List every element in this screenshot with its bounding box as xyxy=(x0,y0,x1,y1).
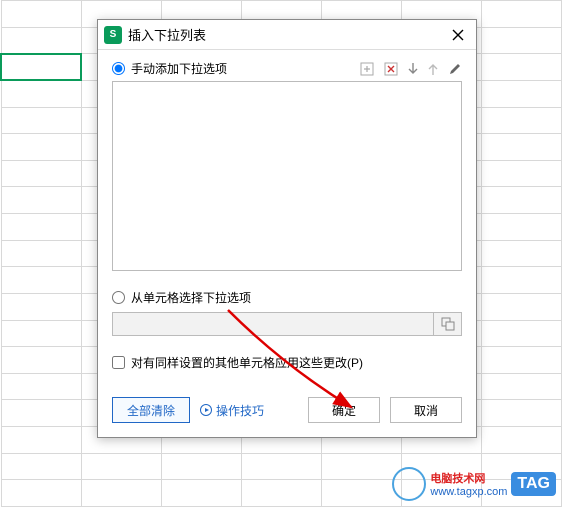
watermark-line2: www.tagxp.com xyxy=(430,486,507,498)
options-listbox[interactable] xyxy=(112,81,462,271)
app-logo-icon: S xyxy=(104,26,122,44)
selected-cell[interactable] xyxy=(1,54,81,81)
move-up-icon[interactable] xyxy=(428,62,438,76)
ok-button[interactable]: 确定 xyxy=(308,397,380,423)
clear-all-button[interactable]: 全部清除 xyxy=(112,397,190,423)
dialog-titlebar: S 插入下拉列表 xyxy=(98,20,476,50)
manual-radio[interactable] xyxy=(112,62,125,75)
edit-icon[interactable] xyxy=(448,62,462,76)
add-item-icon[interactable] xyxy=(360,62,374,76)
range-picker-icon xyxy=(441,317,455,331)
play-icon xyxy=(200,404,212,416)
delete-item-icon[interactable] xyxy=(384,62,398,76)
move-down-icon[interactable] xyxy=(408,62,418,76)
tips-label: 操作技巧 xyxy=(216,402,264,419)
cancel-button[interactable]: 取消 xyxy=(390,397,462,423)
watermark: 电脑技术网 www.tagxp.com TAG xyxy=(392,467,556,501)
watermark-line1: 电脑技术网 xyxy=(430,470,507,486)
apply-others-label: 对有同样设置的其他单元格应用这些更改(P) xyxy=(131,354,363,371)
insert-dropdown-dialog: S 插入下拉列表 手动添加下拉选项 从单元格选择下拉选项 xyxy=(97,19,477,438)
watermark-tag: TAG xyxy=(511,472,556,496)
tips-link[interactable]: 操作技巧 xyxy=(200,402,264,419)
manual-label: 手动添加下拉选项 xyxy=(131,60,360,77)
close-button[interactable] xyxy=(446,23,470,47)
close-icon xyxy=(452,29,464,41)
cell-range-input[interactable] xyxy=(112,312,434,336)
fromcells-radio[interactable] xyxy=(112,291,125,304)
fromcells-label: 从单元格选择下拉选项 xyxy=(131,289,251,306)
apply-others-checkbox[interactable] xyxy=(112,356,125,369)
watermark-circle-icon xyxy=(392,467,426,501)
dialog-title: 插入下拉列表 xyxy=(128,25,446,44)
range-picker-button[interactable] xyxy=(434,312,462,336)
